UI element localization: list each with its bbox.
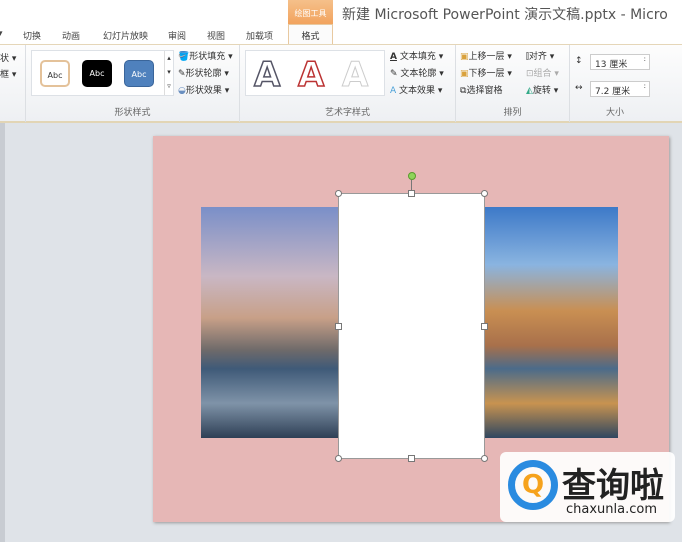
tab-transitions[interactable]: 切换 <box>23 29 41 42</box>
watermark: Q 查询啦 chaxunla.com <box>500 452 675 522</box>
group-insert-shapes-cut: 状 ▾ 框 ▾ <box>0 45 26 122</box>
watermark-cn: 查询啦 <box>562 466 664 506</box>
group-button[interactable]: ⊡组合 ▾ <box>526 66 559 79</box>
text-effects-icon: A <box>390 86 397 96</box>
bring-forward-button[interactable]: ▣上移一层 ▾ <box>460 49 512 62</box>
watermark-en: chaxunla.com <box>566 502 657 517</box>
style-preset-2[interactable]: Abc <box>82 60 112 87</box>
group-icon: ⊡ <box>526 69 534 79</box>
rotate-icon: ◭ <box>526 86 533 96</box>
zurich-photo-left[interactable] <box>201 207 338 438</box>
slide-thumbnail-pane[interactable] <box>0 123 5 542</box>
effects-icon: ◒ <box>178 86 186 96</box>
send-backward-button[interactable]: ▣下移一层 ▾ <box>460 66 512 79</box>
text-fill-button[interactable]: A 文本填充 ▾ <box>390 49 443 62</box>
text-effects-button[interactable]: A 文本效果 ▾ <box>390 83 442 96</box>
zurich-photo-right[interactable] <box>485 207 618 438</box>
gallery-scroll[interactable]: ▴ ▾ ▿ <box>164 51 173 95</box>
tab-animations[interactable]: 动画 <box>62 29 80 42</box>
resize-handle[interactable] <box>408 455 415 462</box>
selected-white-rectangle[interactable] <box>338 193 485 459</box>
wordart-gallery: A A A <box>245 50 385 96</box>
resize-handle[interactable] <box>481 190 488 197</box>
resize-handle[interactable] <box>335 190 342 197</box>
group-label: 排列 <box>503 108 522 118</box>
style-preset-3[interactable]: Abc <box>124 60 154 87</box>
resize-handle[interactable] <box>481 455 488 462</box>
resize-handle[interactable] <box>408 190 415 197</box>
title-bar: 新建 Microsoft PowerPoint 演示文稿.pptx - Micr… <box>0 0 682 24</box>
shape-style-gallery: Abc Abc Abc ▴ ▾ ▿ <box>31 50 174 96</box>
text-outline-icon: ✎ <box>390 69 398 79</box>
send-backward-icon: ▣ <box>460 69 469 79</box>
drawing-tools-context-tab: 绘图工具 <box>288 0 333 24</box>
group-label: 艺术字样式 <box>324 108 370 118</box>
shape-effects-button[interactable]: ◒形状效果 ▾ <box>178 83 229 96</box>
selection-pane-button[interactable]: ⧉选择窗格 <box>460 83 502 96</box>
group-size: ↕ 13 厘米: ↔ 7.2 厘米: 大小 <box>570 45 660 122</box>
bring-forward-icon: ▣ <box>460 52 469 62</box>
rotation-handle[interactable] <box>408 172 416 180</box>
tab-addins[interactable]: 加载项 <box>246 29 273 42</box>
textbox-button[interactable]: 框 ▾ <box>0 67 16 80</box>
align-button[interactable]: ⫿对齐 ▾ <box>526 49 554 62</box>
tab-cut[interactable]: ▾ <box>0 29 3 39</box>
tab-format[interactable]: 格式 <box>288 24 333 45</box>
shape-outline-button[interactable]: ✎形状轮廓 ▾ <box>178 66 229 79</box>
height-icon: ↕ <box>575 56 583 66</box>
group-arrange: ▣上移一层 ▾ ▣下移一层 ▾ ⧉选择窗格 ⫿对齐 ▾ ⊡组合 ▾ ◭旋转 ▾ … <box>456 45 570 122</box>
resize-handle[interactable] <box>335 323 342 330</box>
wordart-preset-3[interactable]: A <box>341 55 368 96</box>
spinner[interactable]: : <box>644 82 646 90</box>
pencil-icon: ✎ <box>178 69 186 79</box>
spinner[interactable]: : <box>644 55 646 63</box>
text-fill-icon: A <box>390 52 397 62</box>
style-preset-1[interactable]: Abc <box>40 60 70 87</box>
paint-bucket-icon: 🪣 <box>178 52 190 62</box>
text-outline-button[interactable]: ✎ 文本轮廓 ▾ <box>390 66 444 79</box>
shape-height-input[interactable]: 13 厘米: <box>590 54 650 70</box>
shape-width-input[interactable]: 7.2 厘米: <box>590 81 650 97</box>
width-icon: ↔ <box>575 83 583 93</box>
wordart-preset-2[interactable]: A <box>297 54 325 96</box>
magnifier-logo-icon: Q <box>508 460 558 510</box>
resize-handle[interactable] <box>481 323 488 330</box>
resize-handle[interactable] <box>335 455 342 462</box>
shape-fill-button[interactable]: 🪣形状填充 ▾ <box>178 49 233 62</box>
tab-review[interactable]: 审阅 <box>168 29 186 42</box>
group-label: 形状样式 <box>114 108 151 118</box>
ribbon: 状 ▾ 框 ▾ Abc Abc Abc ▴ ▾ ▿ 🪣形状填充 ▾ ✎形状轮廓 ▾ … <box>0 44 682 123</box>
tab-view[interactable]: 视图 <box>207 29 225 42</box>
group-label: 大小 <box>605 108 624 118</box>
rotate-button[interactable]: ◭旋转 ▾ <box>526 83 558 96</box>
edit-shape-button[interactable]: 状 ▾ <box>0 51 16 64</box>
group-shape-styles: Abc Abc Abc ▴ ▾ ▿ 🪣形状填充 ▾ ✎形状轮廓 ▾ ◒形状效果 ▾ … <box>26 45 240 122</box>
ribbon-tabs: ▾ 切换 动画 幻灯片放映 审阅 视图 加载项 <box>0 24 682 44</box>
group-wordart-styles: A A A A 文本填充 ▾ ✎ 文本轮廓 ▾ A 文本效果 ▾ 艺术字样式 <box>240 45 456 122</box>
wordart-preset-1[interactable]: A <box>253 54 281 96</box>
tab-slideshow[interactable]: 幻灯片放映 <box>103 29 148 42</box>
window-title: 新建 Microsoft PowerPoint 演示文稿.pptx - Micr… <box>342 7 668 23</box>
